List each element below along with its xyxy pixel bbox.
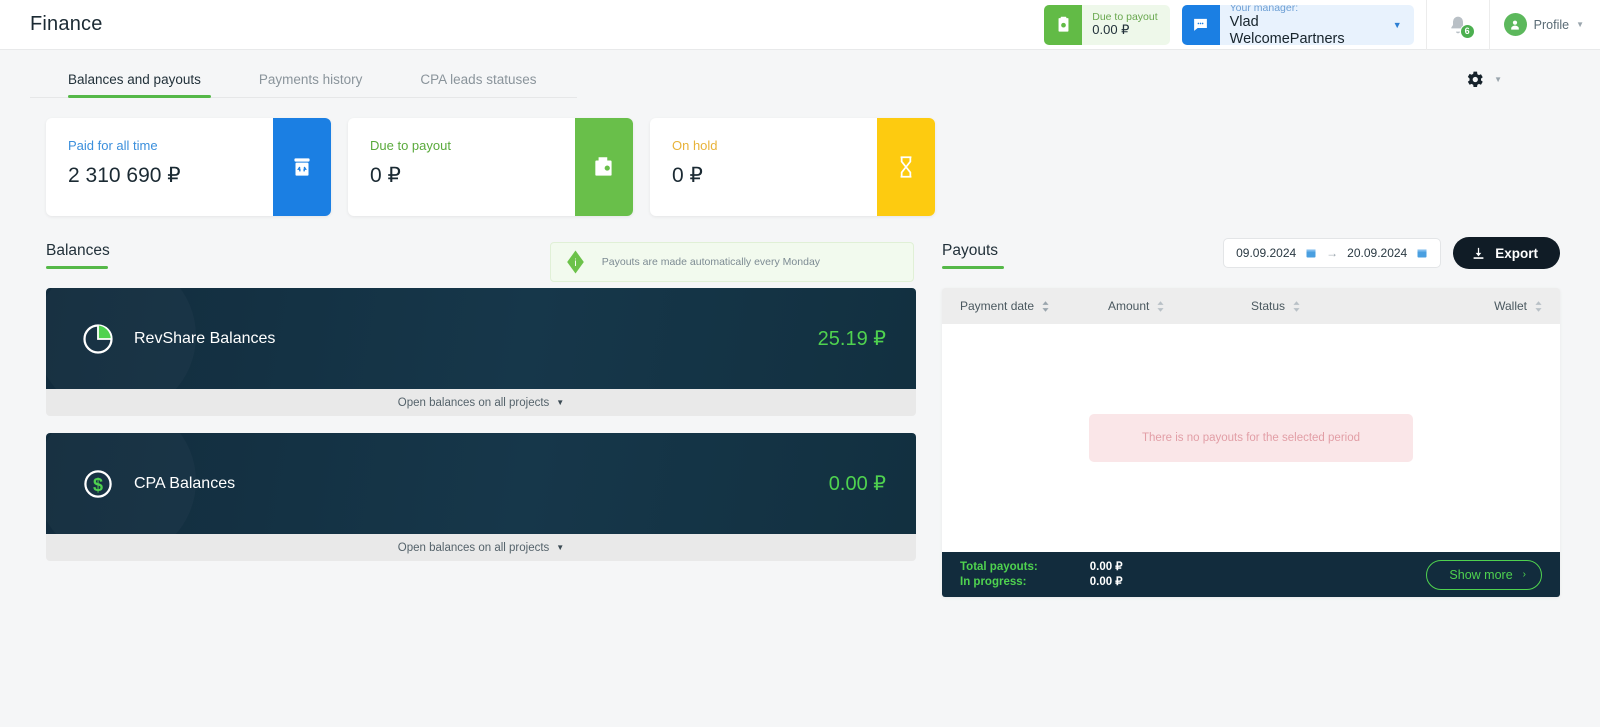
chevron-down-icon: ▼	[556, 398, 565, 407]
manager-pill-value: Vlad WelcomePartners	[1229, 13, 1345, 45]
empty-state-message: There is no payouts for the selected per…	[1142, 432, 1360, 444]
empty-state: There is no payouts for the selected per…	[1089, 414, 1413, 462]
open-balances-label: Open balances on all projects	[397, 396, 550, 409]
avatar	[1503, 13, 1527, 36]
due-pill-value: 0.00 ₽	[1092, 22, 1130, 38]
column-label: Status	[1251, 299, 1286, 313]
sort-icon	[1042, 300, 1049, 312]
svg-text:$: $	[93, 474, 103, 494]
gear-icon	[1467, 71, 1483, 88]
balances-title: Balances	[46, 242, 110, 269]
column-payment-date[interactable]: Payment date	[960, 299, 1108, 313]
column-status[interactable]: Status	[1251, 299, 1451, 313]
manager-pill-label: Your manager:	[1229, 4, 1299, 14]
balance-card-revshare: RevShare Balances 25.19 ₽ Open balances …	[46, 288, 916, 416]
balance-card-cpa: $ CPA Balances 0.00 ₽ Open balances on a…	[46, 433, 916, 561]
date-from: 09.09.2024	[1236, 246, 1297, 260]
profile-label: Profile	[1533, 17, 1570, 32]
stat-card-due-to-payout: Due to payout 0 ₽	[348, 118, 633, 216]
open-balances-label: Open balances on all projects	[397, 541, 550, 554]
stat-label: Paid for all time	[68, 138, 158, 153]
dollar-circle-icon: $	[70, 466, 126, 502]
table-header: Payment date Amount Status Wallet	[942, 288, 1560, 324]
tab-balances-and-payouts[interactable]: Balances and payouts	[30, 72, 237, 98]
sort-icon	[1535, 300, 1542, 312]
chevron-down-icon[interactable]: ▼	[1494, 75, 1502, 84]
payouts-panel: Payouts 09.09.2024 → 20.09.2024 Export P…	[942, 237, 1560, 597]
chevron-down-icon: ▼	[556, 543, 565, 552]
stat-card-paid-for-all-time: Paid for all time 2 310 690 ₽	[46, 118, 331, 216]
balance-card-name: RevShare Balances	[134, 329, 276, 347]
profile-menu[interactable]: Profile ▼	[1490, 13, 1600, 36]
column-amount[interactable]: Amount	[1108, 299, 1251, 313]
due-to-payout-pill[interactable]: Due to payout 0.00 ₽	[1044, 4, 1170, 45]
main-content: Balances i Payouts are made automaticall…	[0, 237, 1600, 597]
arrow-right-icon: ›	[1522, 569, 1526, 580]
export-button[interactable]: Export	[1453, 237, 1560, 269]
tab-label: CPA leads statuses	[420, 72, 537, 87]
stat-value: 0 ₽	[370, 164, 401, 187]
balance-card-amount: 0.00 ₽	[828, 473, 886, 495]
hourglass-icon	[877, 118, 935, 216]
chevron-down-icon[interactable]: ▼	[1576, 20, 1584, 29]
stat-label: Due to payout	[370, 138, 451, 153]
balances-panel: Balances i Payouts are made automaticall…	[46, 242, 916, 597]
open-balances-toggle[interactable]: Open balances on all projects ▼	[46, 534, 916, 561]
column-wallet[interactable]: Wallet	[1494, 299, 1542, 313]
manager-pill[interactable]: Your manager: Vlad WelcomePartners ▼	[1181, 4, 1414, 45]
total-payouts-value: 0.00 ₽	[1089, 560, 1123, 573]
top-bar: Finance Due to payout 0.00 ₽ Your manage…	[0, 0, 1600, 50]
tab-bar: Balances and payouts Payments history CP…	[30, 50, 1570, 98]
info-banner: i Payouts are made automatically every M…	[549, 242, 914, 282]
payouts-table: Payment date Amount Status Wallet There …	[942, 288, 1560, 597]
calendar-icon	[1306, 249, 1316, 258]
sort-icon	[1293, 300, 1300, 312]
info-banner-text: Payouts are made automatically every Mon…	[601, 256, 821, 268]
chat-icon	[1181, 4, 1220, 45]
tab-cpa-leads-statuses[interactable]: CPA leads statuses	[398, 72, 572, 97]
download-icon	[1473, 247, 1484, 259]
notification-badge: 6	[1459, 23, 1475, 39]
stat-cards: Paid for all time 2 310 690 ₽ Due to pay…	[46, 118, 1600, 216]
column-label: Payment date	[960, 299, 1035, 313]
column-label: Wallet	[1494, 299, 1527, 313]
in-progress-label: In progress:	[960, 575, 1027, 588]
chevron-down-icon[interactable]: ▼	[1381, 20, 1414, 30]
tab-label: Payments history	[258, 72, 363, 87]
stat-value: 2 310 690 ₽	[68, 164, 181, 187]
wallet-icon	[575, 118, 633, 216]
calendar-icon	[1417, 249, 1427, 258]
info-icon: i	[566, 250, 584, 274]
show-more-button[interactable]: Show more ›	[1426, 559, 1542, 590]
arrow-right-icon: →	[1326, 246, 1339, 260]
date-to: 20.09.2024	[1347, 246, 1408, 260]
stat-card-on-hold: On hold 0 ₽	[650, 118, 935, 216]
balance-card-amount: 25.19 ₽	[817, 328, 886, 350]
atm-icon	[273, 118, 331, 216]
total-payouts-label: Total payouts:	[960, 560, 1038, 573]
stat-value: 0 ₽	[672, 164, 703, 187]
tab-payments-history[interactable]: Payments history	[237, 72, 399, 97]
notifications-button[interactable]: 6	[1427, 15, 1489, 39]
svg-text:i: i	[574, 258, 576, 269]
clipboard-money-icon	[1044, 4, 1083, 45]
table-body: There is no payouts for the selected per…	[942, 324, 1560, 552]
balance-card-name: CPA Balances	[134, 474, 236, 492]
open-balances-toggle[interactable]: Open balances on all projects ▼	[46, 389, 916, 416]
date-range-picker[interactable]: 09.09.2024 → 20.09.2024	[1223, 238, 1442, 268]
payouts-footer: Total payouts: In progress: 0.00 ₽ 0.00 …	[942, 552, 1560, 597]
settings-menu[interactable]: ▼	[1464, 69, 1502, 90]
pie-chart-icon	[70, 321, 126, 357]
payouts-title: Payouts	[942, 242, 1005, 269]
sort-icon	[1157, 300, 1164, 312]
page-title: Finance	[30, 13, 103, 35]
show-more-label: Show more	[1449, 567, 1513, 582]
in-progress-value: 0.00 ₽	[1089, 575, 1123, 588]
column-label: Amount	[1108, 299, 1150, 313]
top-bar-right: Due to payout 0.00 ₽ Your manager: Vlad …	[1044, 0, 1600, 50]
export-label: Export	[1495, 245, 1538, 261]
tab-label: Balances and payouts	[68, 72, 201, 87]
stat-label: On hold	[672, 138, 718, 153]
